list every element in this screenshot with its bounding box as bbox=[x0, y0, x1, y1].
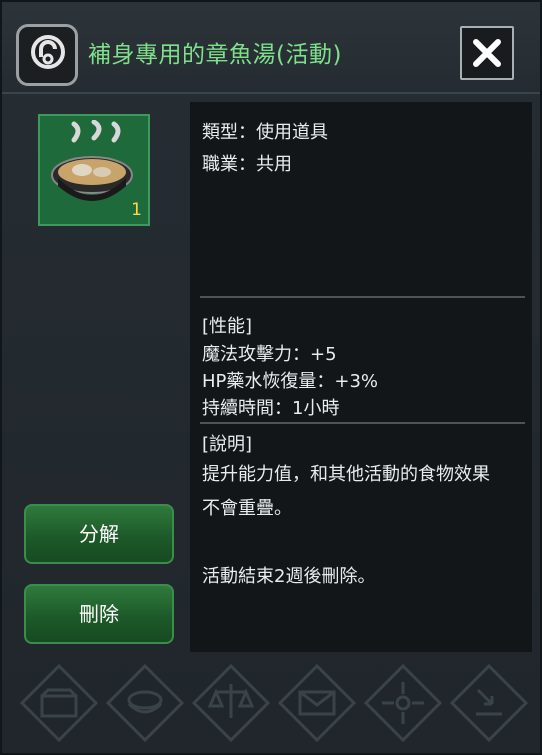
item-info-window: 補身專用的章魚湯(活動) 1 分解 刪除 類型：使用道具 職業：共用 [性能] bbox=[0, 0, 542, 755]
storage-icon[interactable] bbox=[20, 664, 98, 742]
download-icon[interactable] bbox=[450, 664, 528, 742]
divider bbox=[200, 296, 525, 298]
lock-icon[interactable] bbox=[16, 24, 78, 86]
description-header: [說明] bbox=[202, 434, 253, 455]
food-icon[interactable] bbox=[106, 664, 184, 742]
window-title: 補身專用的章魚湯(活動) bbox=[88, 42, 342, 68]
move-icon[interactable] bbox=[364, 664, 442, 742]
scale-icon[interactable] bbox=[192, 664, 270, 742]
divider bbox=[200, 422, 525, 424]
disassemble-button[interactable]: 分解 bbox=[24, 504, 174, 564]
description-line: 活動結束2週後刪除。 bbox=[202, 566, 376, 587]
left-panel: 1 分解 刪除 bbox=[2, 94, 186, 654]
stats-header: [性能] bbox=[202, 316, 253, 337]
delete-button[interactable]: 刪除 bbox=[24, 584, 174, 644]
title-bar: 補身專用的章魚湯(活動) bbox=[2, 2, 540, 94]
action-icon-bar bbox=[2, 656, 540, 753]
stat-line: 持續時間：1小時 bbox=[202, 398, 340, 419]
item-info-panel: 類型：使用道具 職業：共用 [性能] 魔法攻擊力：+5 HP藥水恢復量：+3% … bbox=[190, 102, 532, 652]
item-type: 類型：使用道具 bbox=[202, 122, 328, 143]
stat-line: 魔法攻擊力：+5 bbox=[202, 344, 337, 365]
item-quantity: 1 bbox=[131, 200, 142, 220]
description-line: 不會重疊。 bbox=[202, 498, 292, 519]
item-icon[interactable]: 1 bbox=[38, 114, 150, 226]
close-icon[interactable] bbox=[460, 26, 514, 80]
description-line: 提升能力值，和其他活動的食物效果 bbox=[202, 464, 490, 485]
item-job: 職業：共用 bbox=[202, 154, 292, 175]
stat-line: HP藥水恢復量：+3% bbox=[202, 371, 379, 392]
mail-icon[interactable] bbox=[278, 664, 356, 742]
